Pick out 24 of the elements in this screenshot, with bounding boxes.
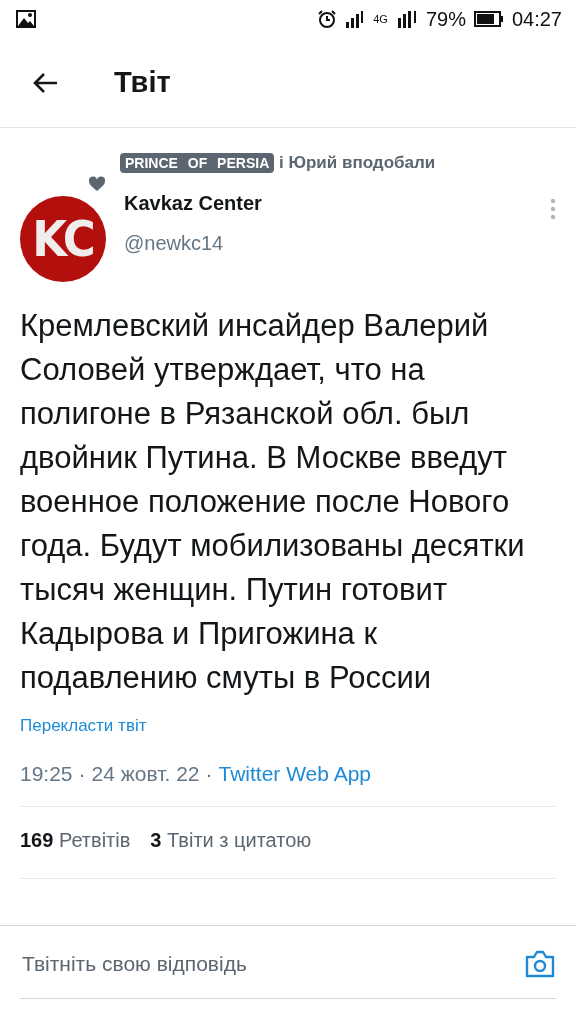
avatar-logo[interactable]: KC [20,196,106,282]
back-arrow-icon[interactable] [32,71,58,94]
signal-icon [395,10,418,28]
image-icon [16,10,36,28]
separator-dot: · [78,762,86,786]
translate-link[interactable]: Перекласти твіт [20,716,147,736]
battery-percent: 79% [425,7,466,31]
clock: 04:27 [511,7,562,31]
stat-link[interactable]: 169 Ретвітів [20,829,131,852]
author-handle[interactable]: @newkc14 [124,232,532,255]
alarm-icon [317,9,338,29]
camera-icon[interactable] [524,950,556,978]
tweet-text: Кремлевский инсайдер Валерий Соловей утверждает, что на полигоне в Рязанской обл. был двойник Путина. В Москве введут военное положение после Нового года. Будут мобилизованы десятки тысяч женщин. Путин готовит Кадырова и Пригожина к подавлению смуты в России [20,307,526,697]
signal-icon [345,10,366,28]
tweet-date: 24 жовт. 22 [91,762,200,786]
stat-link[interactable]: 3 Твіти з цитатою [150,829,312,852]
source-link[interactable]: Twitter Web App [218,762,372,786]
separator-dot: · [205,762,213,786]
heart-icon [88,176,106,192]
network-type: 4G [373,13,388,25]
tweet-time: 19:25 [20,762,73,786]
more-icon[interactable] [550,198,556,220]
page-title: Твіт [114,66,171,99]
battery-icon [473,11,504,27]
